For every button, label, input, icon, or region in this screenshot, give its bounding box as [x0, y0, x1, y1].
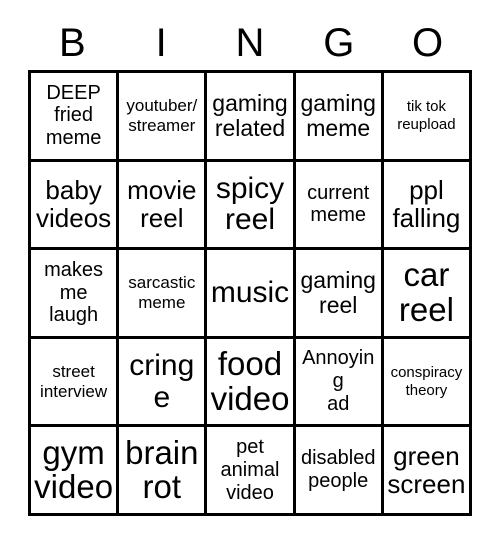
bingo-cell-label: brain rot — [125, 433, 199, 506]
bingo-cell-g5[interactable]: disabled people — [295, 427, 384, 516]
bingo-cell-i5[interactable]: brain rot — [119, 427, 208, 516]
bingo-cell-label: youtuber/ streamer — [126, 95, 198, 135]
bingo-cell-label: food video — [210, 344, 290, 417]
bingo-cell-n4[interactable]: food video — [207, 338, 296, 428]
bingo-cell-n3[interactable]: music — [207, 250, 296, 339]
bingo-cell-label: tik tok reupload — [397, 97, 456, 133]
bingo-card: B I N G O DEEP fried meme youtuber/ stre… — [0, 0, 501, 544]
bingo-grid: DEEP fried meme youtuber/ streamer gamin… — [28, 70, 473, 516]
bingo-cell-label: music — [210, 276, 290, 310]
bingo-header-letter-n: N — [235, 21, 265, 65]
bingo-cell-i4[interactable]: cringe — [119, 338, 208, 428]
bingo-cell-i2[interactable]: movie reel — [119, 161, 208, 251]
bingo-cell-label: sarcastic meme — [128, 272, 196, 312]
bingo-cell-label: conspiracy theory — [390, 363, 463, 399]
bingo-cell-o2[interactable]: ppl falling — [383, 161, 473, 251]
bingo-cell-b3[interactable]: makes me laugh — [31, 250, 120, 339]
bingo-row: makes me laugh sarcastic meme music gami… — [31, 250, 473, 339]
bingo-cell-b1[interactable]: DEEP fried meme — [31, 73, 120, 162]
bingo-cell-g4[interactable]: Annoying ad — [295, 338, 384, 428]
bingo-cell-b4[interactable]: street interview — [31, 338, 120, 428]
bingo-cell-label: spicy reel — [215, 171, 285, 237]
bingo-header-letter-g: G — [323, 21, 355, 65]
bingo-cell-label: baby videos — [36, 175, 112, 234]
bingo-row: DEEP fried meme youtuber/ streamer gamin… — [31, 73, 473, 162]
bingo-cell-b2[interactable]: baby videos — [31, 161, 120, 251]
bingo-cell-label: gaming reel — [300, 266, 376, 318]
bingo-cell-g1[interactable]: gaming meme — [295, 73, 384, 162]
bingo-cell-label: DEEP fried meme — [45, 81, 102, 150]
bingo-cell-o5[interactable]: green screen — [383, 427, 473, 516]
bingo-cell-i1[interactable]: youtuber/ streamer — [119, 73, 208, 162]
bingo-cell-label: movie reel — [127, 175, 197, 234]
bingo-cell-label: makes me laugh — [44, 258, 104, 327]
bingo-header-row: B I N G O — [28, 18, 472, 68]
bingo-cell-label: ppl falling — [392, 175, 461, 234]
bingo-row: street interview cringe food video Annoy… — [31, 338, 473, 428]
bingo-cell-g3[interactable]: gaming reel — [295, 250, 384, 339]
bingo-cell-o4[interactable]: conspiracy theory — [383, 338, 473, 428]
bingo-header-letter-i: I — [155, 21, 167, 65]
bingo-cell-label: disabled people — [300, 447, 376, 493]
bingo-cell-n2[interactable]: spicy reel — [207, 161, 296, 251]
bingo-header-letter-o: O — [412, 21, 444, 65]
bingo-cell-n1[interactable]: gaming related — [207, 73, 296, 162]
bingo-cell-label: gaming meme — [300, 89, 376, 141]
bingo-cell-o3[interactable]: car reel — [383, 250, 473, 339]
bingo-cell-b5[interactable]: gym video — [31, 427, 120, 516]
bingo-cell-label: current meme — [307, 181, 370, 227]
bingo-cell-label: pet animal video — [220, 435, 280, 504]
bingo-cell-label: green screen — [387, 441, 466, 500]
bingo-cell-n5[interactable]: pet animal video — [207, 427, 296, 516]
bingo-cell-g2[interactable]: current meme — [295, 161, 384, 251]
bingo-cell-label: car reel — [398, 256, 454, 328]
bingo-cell-label: cringe — [129, 348, 195, 414]
bingo-cell-o1[interactable]: tik tok reupload — [383, 73, 473, 162]
bingo-row: gym video brain rot pet animal video dis… — [31, 427, 473, 516]
bingo-cell-i3[interactable]: sarcastic meme — [119, 250, 208, 339]
bingo-cell-label: gaming related — [212, 89, 288, 141]
bingo-header-letter-b: B — [59, 21, 86, 65]
bingo-cell-label: street interview — [40, 361, 108, 401]
bingo-cell-label: gym video — [34, 433, 114, 506]
bingo-row: baby videos movie reel spicy reel curren… — [31, 161, 473, 251]
bingo-cell-label: Annoying ad — [302, 347, 375, 415]
